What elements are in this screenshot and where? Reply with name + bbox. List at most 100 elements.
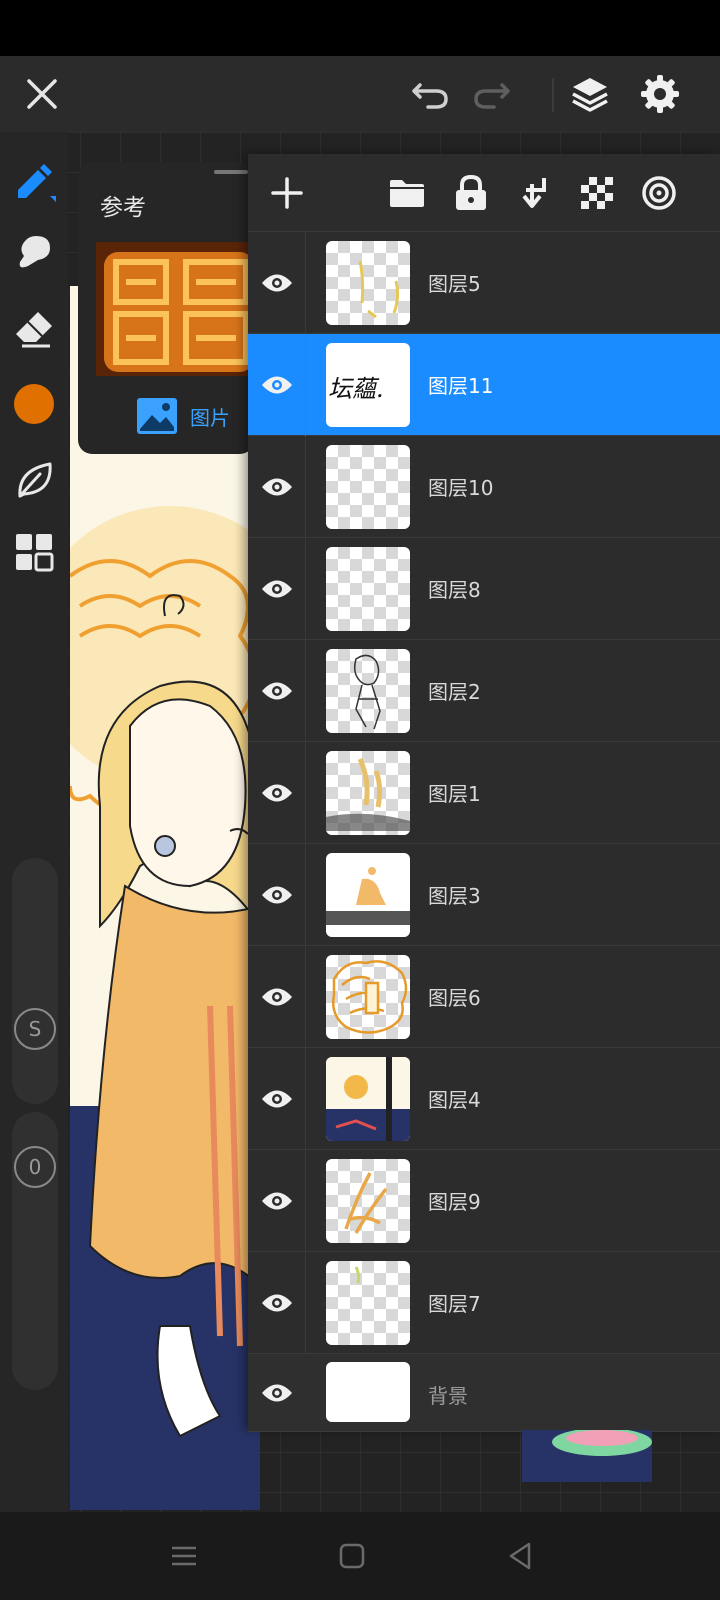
layer-row[interactable]: 图层7 (248, 1252, 720, 1354)
visibility-toggle[interactable] (248, 436, 306, 538)
background-layer-row[interactable]: 背景 (248, 1354, 720, 1432)
status-bar (0, 0, 720, 56)
layer-row[interactable]: 图层3 (248, 844, 720, 946)
visibility-toggle[interactable] (248, 946, 306, 1048)
layer-thumbnail (326, 547, 410, 631)
layers-icon (572, 78, 608, 112)
image-icon (137, 398, 177, 434)
layer-thumbnail (326, 853, 410, 937)
layer-thumbnail (326, 955, 410, 1039)
eye-icon (261, 682, 292, 700)
layer-name: 图层1 (428, 782, 481, 806)
visibility-toggle[interactable] (248, 640, 306, 742)
brush-library-button[interactable] (12, 458, 56, 502)
reference-panel-title: 参考 (100, 195, 146, 221)
layer-row[interactable]: 图层8 (248, 538, 720, 640)
layers-button[interactable] (564, 68, 616, 120)
reference-image[interactable] (96, 242, 254, 376)
layer-row[interactable]: 图层5 (248, 232, 720, 334)
visibility-toggle[interactable] (248, 232, 306, 334)
layer-thumbnail (326, 649, 410, 733)
layer-row[interactable]: 图层2 (248, 640, 720, 742)
layer-thumbnail: 坛蘊. (326, 343, 410, 427)
brush-size-slider[interactable] (12, 858, 58, 1104)
more-tools-button[interactable] (12, 530, 56, 574)
eraser-tool[interactable] (12, 306, 56, 350)
redo-button[interactable] (466, 68, 518, 120)
system-nav-bar (0, 1512, 720, 1600)
visibility-toggle[interactable] (248, 334, 306, 436)
recent-apps-button[interactable] (160, 1532, 208, 1580)
visibility-toggle[interactable] (248, 1150, 306, 1252)
back-icon (509, 1542, 531, 1570)
blend-mode-button[interactable] (634, 168, 684, 218)
eraser-icon (16, 312, 52, 348)
background-color-swatch[interactable] (326, 1362, 410, 1422)
eye-icon (261, 376, 292, 394)
add-layer-button[interactable] (262, 168, 312, 218)
smudge-icon (19, 236, 50, 268)
brush-tool[interactable] (12, 158, 56, 202)
close-icon (27, 79, 57, 109)
merge-down-button[interactable] (508, 168, 558, 218)
visibility-toggle[interactable] (248, 1252, 306, 1354)
layer-name: 图层6 (428, 986, 481, 1010)
layer-name: 图层8 (428, 578, 481, 602)
layer-thumbnail-text: 坛蘊. (328, 375, 384, 403)
visibility-toggle[interactable] (248, 1048, 306, 1150)
close-button[interactable] (16, 68, 68, 120)
home-button[interactable] (328, 1532, 376, 1580)
smudge-tool[interactable] (12, 230, 56, 274)
layer-thumbnail (326, 241, 410, 325)
layer-row[interactable]: 图层9 (248, 1150, 720, 1252)
brush-opacity-handle[interactable]: 0 (14, 1146, 56, 1188)
layer-name: 图层4 (428, 1088, 481, 1112)
visibility-toggle[interactable] (248, 844, 306, 946)
eye-icon (261, 1090, 292, 1108)
transparency-lock-button[interactable] (572, 168, 622, 218)
pen-icon (18, 164, 56, 202)
undo-icon (412, 83, 448, 109)
blend-mode-icon (642, 176, 676, 210)
reference-image-label: 图片 (190, 405, 230, 430)
visibility-toggle[interactable] (248, 1354, 306, 1432)
layer-row-selected[interactable]: 坛蘊. 图层11 (248, 334, 720, 436)
layer-row[interactable]: 图层10 (248, 436, 720, 538)
menu-icon (172, 1546, 196, 1566)
lock-layer-button[interactable] (446, 168, 496, 218)
eye-icon (261, 886, 292, 904)
lock-icon (456, 175, 486, 210)
visibility-toggle[interactable] (248, 742, 306, 844)
back-button[interactable] (496, 1532, 544, 1580)
brush-size-handle[interactable]: S (14, 1008, 56, 1050)
eye-icon (261, 988, 292, 1006)
leaf-icon (18, 462, 52, 498)
layer-row[interactable]: 图层4 (248, 1048, 720, 1150)
eye-icon (261, 580, 292, 598)
settings-icon (641, 75, 679, 113)
layer-name: 背景 (428, 1384, 468, 1408)
transparency-icon (581, 177, 613, 209)
settings-button[interactable] (634, 68, 686, 120)
reference-panel-handle[interactable] (214, 170, 248, 174)
layer-name: 图层10 (428, 476, 494, 500)
redo-icon (474, 83, 510, 109)
artwork-preview[interactable] (70, 286, 260, 1510)
layer-name: 图层5 (428, 272, 481, 296)
eye-icon (261, 784, 292, 802)
reference-image-button[interactable]: 图片 (136, 394, 230, 438)
grid-icon (16, 534, 54, 572)
eye-icon (262, 1384, 292, 1402)
color-picker-button[interactable] (12, 382, 56, 426)
visibility-toggle[interactable] (248, 538, 306, 640)
layer-thumbnail (326, 1057, 410, 1141)
home-icon (339, 1543, 365, 1569)
layer-row[interactable]: 图层6 (248, 946, 720, 1048)
layer-thumbnail (326, 445, 410, 529)
toolbar-divider (552, 78, 554, 112)
merge-down-icon (522, 178, 546, 208)
layer-row[interactable]: 图层1 (248, 742, 720, 844)
layer-name: 图层11 (428, 374, 494, 398)
undo-button[interactable] (404, 68, 456, 120)
layer-group-button[interactable] (382, 168, 432, 218)
